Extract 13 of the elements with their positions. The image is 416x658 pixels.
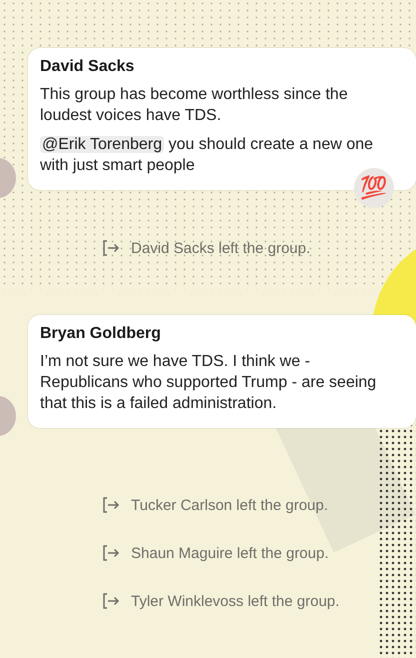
leave-icon [102,592,120,610]
leave-icon [102,496,120,514]
mention-link[interactable]: @Erik Torenberg [40,136,164,153]
message-text: This group has become worthless since the loudest voices have TDS. [40,85,349,126]
notice-text: David Sacks left the group. [131,240,310,256]
notice-text: Tucker Carlson left the group. [131,496,328,514]
notice-text: Tyler Winklevoss left the group. [131,592,340,610]
sender-name: Bryan Goldberg [40,325,162,343]
notice-text: Shaun Maguire left the group. [131,544,329,562]
leave-icon [102,239,120,257]
message-text: I’m not sure we have TDS. I think we - Republicans who supported Trump - are seeing that this is a failed administration. [40,352,378,414]
sender-name: David Sacks [40,58,136,76]
leave-icon [102,544,120,562]
